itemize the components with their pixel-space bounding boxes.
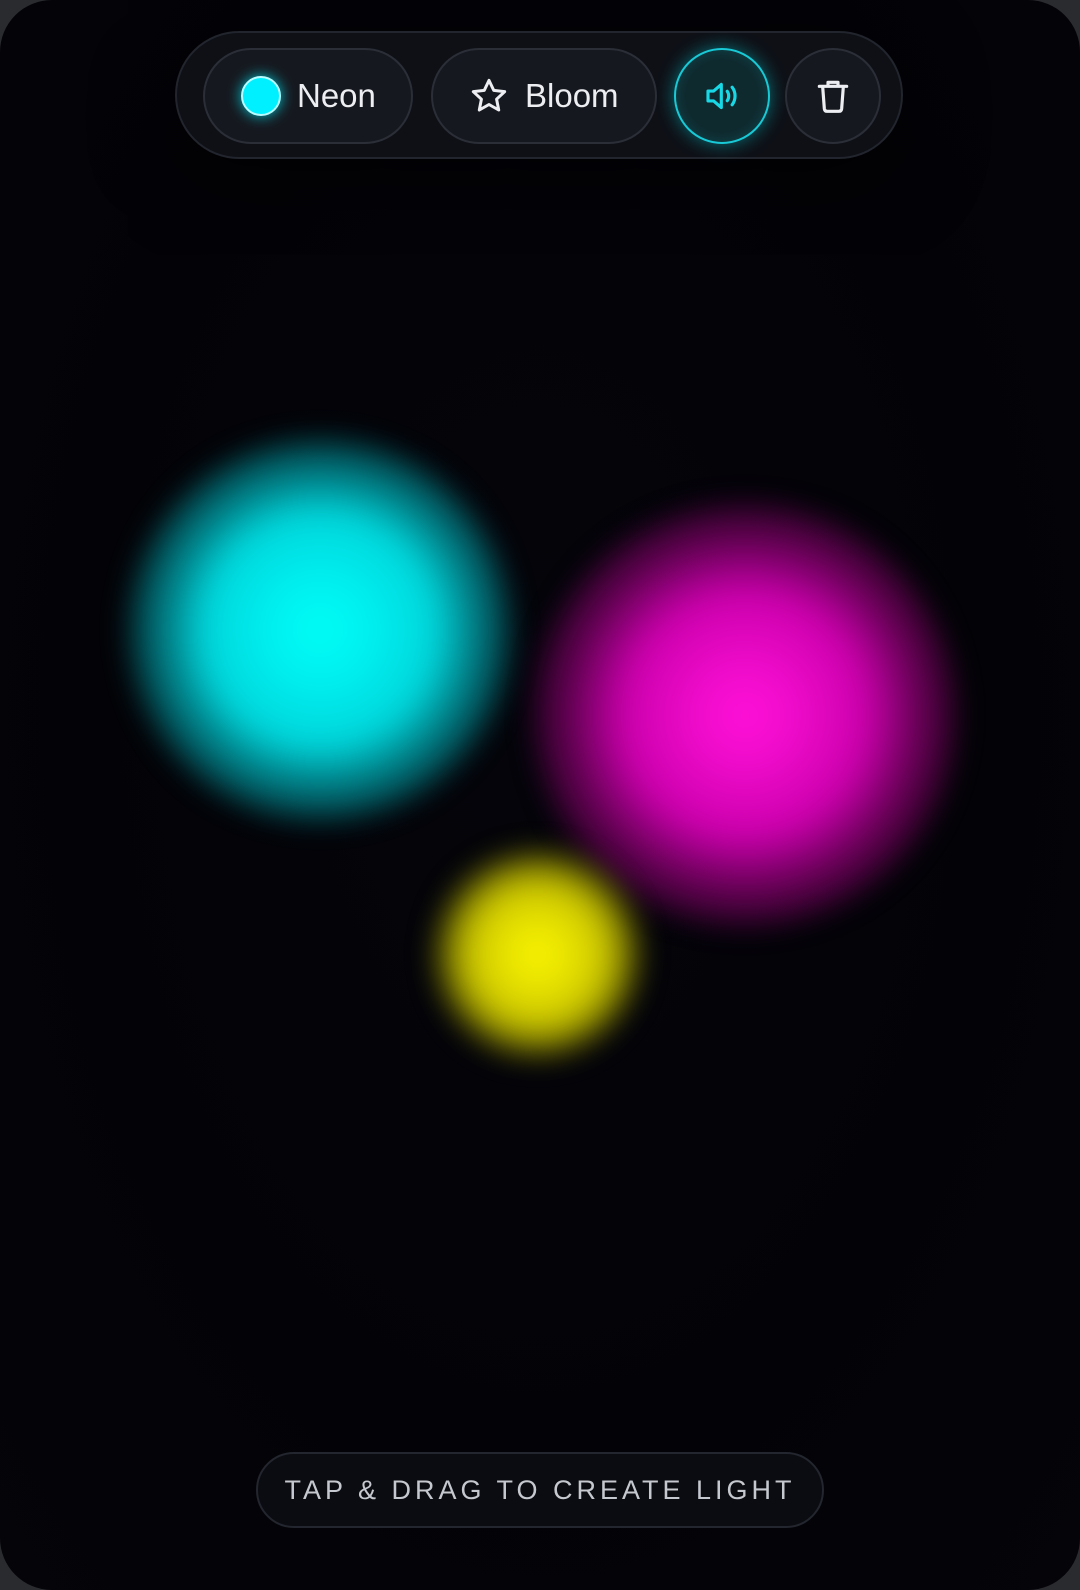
toolbar: Neon Bloom (175, 31, 903, 159)
trash-icon (817, 80, 849, 113)
hint-text: TAP & DRAG TO CREATE LIGHT (284, 1474, 796, 1505)
effect-button[interactable]: Bloom (431, 48, 657, 144)
light-canvas-app[interactable]: Neon Bloom TAP & DRAG TO CREATE LIGHT (0, 0, 1080, 1590)
clear-button[interactable] (785, 48, 881, 144)
speaker-icon (706, 82, 737, 110)
light-orb-magenta[interactable] (535, 505, 955, 925)
instruction-hint: TAP & DRAG TO CREATE LIGHT (256, 1452, 824, 1528)
sound-toggle-button[interactable] (674, 48, 770, 144)
palette-label: Neon (297, 77, 376, 114)
star-icon (471, 78, 507, 112)
effect-label: Bloom (525, 77, 619, 114)
light-orb-yellow[interactable] (435, 852, 640, 1057)
color-dot-icon (241, 76, 281, 116)
light-canvas[interactable] (0, 0, 1080, 1590)
palette-button[interactable]: Neon (203, 48, 413, 144)
light-orb-cyan[interactable] (130, 440, 510, 820)
